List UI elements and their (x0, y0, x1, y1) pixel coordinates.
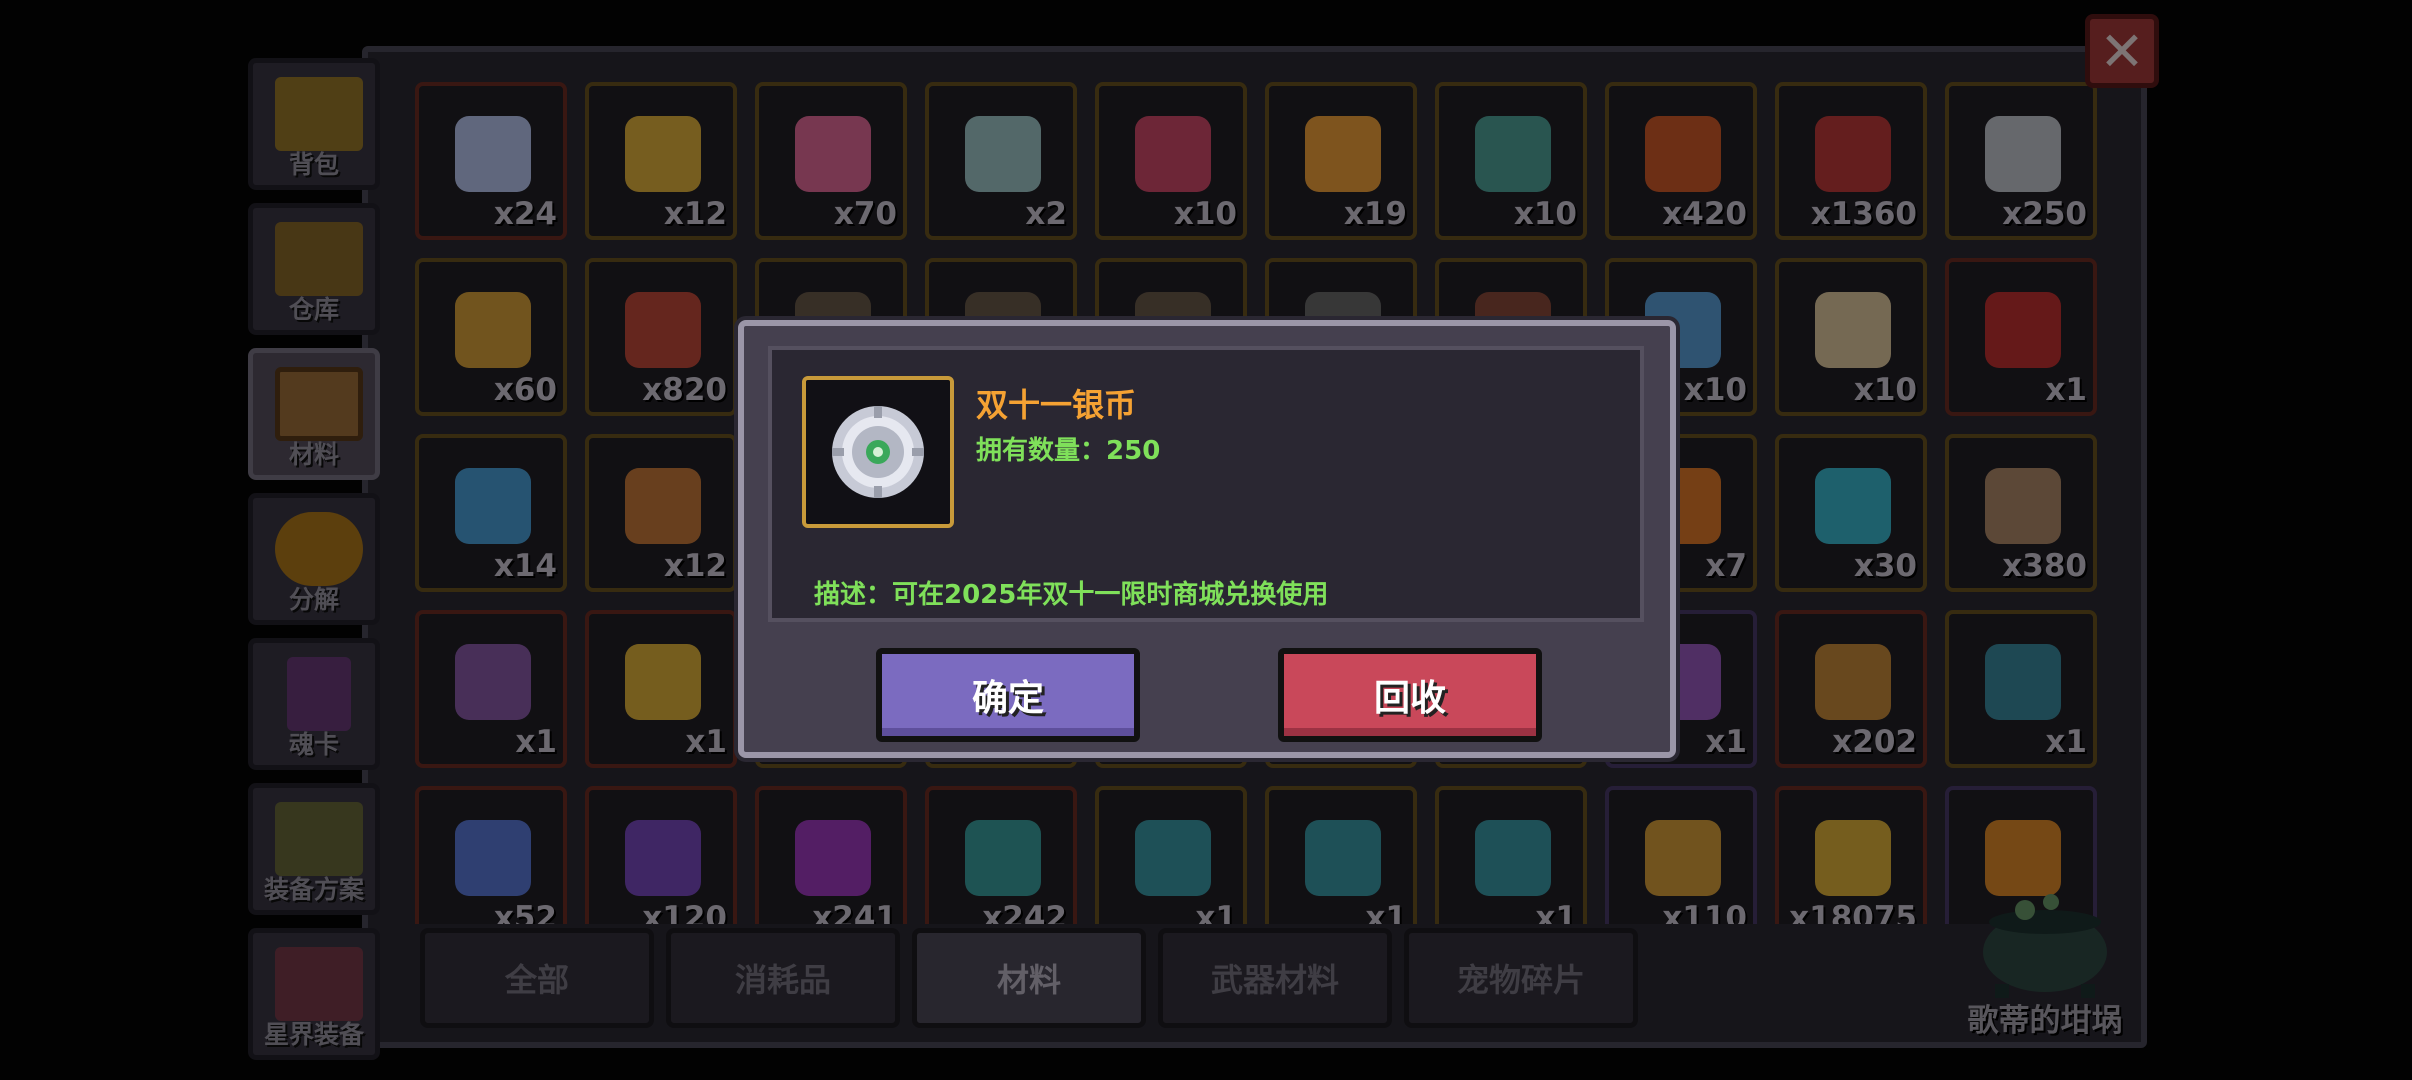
item-info-panel: 双十一银币 拥有数量：250 描述：可在2025年双十一限时商城兑换使用 (768, 346, 1644, 622)
item-detail-dialog: 双十一银币 拥有数量：250 描述：可在2025年双十一限时商城兑换使用 确定 … (738, 320, 1676, 758)
item-icon-frame (802, 376, 954, 528)
item-description: 描述：可在2025年双十一限时商城兑换使用 (814, 580, 1329, 610)
item-name: 双十一银币 (976, 386, 1137, 424)
quantity-label: 拥有数量： (976, 436, 1107, 466)
confirm-button[interactable]: 确定 (876, 648, 1140, 742)
silver-coin-icon (832, 406, 924, 498)
game-screen: 背包 仓库 材料 分解 魂卡 装备方案 星界装备 x24 x12 x70 x2 x10 x… (0, 0, 2412, 1080)
quantity-value: 250 (1106, 436, 1161, 466)
item-quantity: 拥有数量：250 (976, 430, 1160, 467)
recycle-button[interactable]: 回收 (1278, 648, 1542, 742)
